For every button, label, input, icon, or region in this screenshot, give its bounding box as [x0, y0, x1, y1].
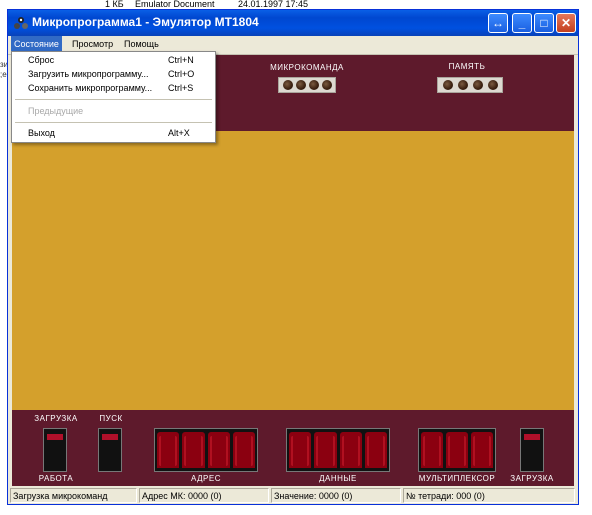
- bg-file-size: 1 КБ: [105, 0, 124, 9]
- menu-reset-shortcut: Ctrl+N: [168, 55, 194, 65]
- bottom-control-panel: ЗАГРУЗКА РАБОТА ПУСК АДРЕС ДАННЫЕ МУЛЬТИ…: [12, 410, 574, 486]
- workspace-area[interactable]: [12, 131, 574, 410]
- status-tetrad: № тетради: 000 (0): [403, 488, 575, 503]
- work-label: РАБОТА: [38, 474, 74, 483]
- maximize-button[interactable]: □: [534, 13, 554, 33]
- multiplexer-display: [418, 428, 496, 472]
- mux-digit: [471, 432, 493, 468]
- minimize-button[interactable]: _: [512, 13, 532, 33]
- menu-load-label: Загрузить микропрограмму...: [28, 69, 149, 79]
- multiplexer-label: МУЛЬТИПЛЕКСОР: [418, 474, 496, 483]
- bg-file-date: 24.01.1997 17:45: [238, 0, 309, 9]
- menu-exit-shortcut: Alt+X: [168, 128, 190, 138]
- switch-lever: [102, 434, 118, 440]
- start-label: ПУСК: [99, 414, 123, 423]
- data-label: ДАННЫЕ: [319, 474, 357, 483]
- load-switch-right[interactable]: [520, 428, 544, 472]
- menu-exit-item[interactable]: Выход Alt+X: [12, 126, 215, 140]
- status-mode: Загрузка микрокоманд: [10, 488, 137, 503]
- led: [308, 80, 319, 90]
- status-bar: Загрузка микрокоманд Адрес МК: 0000 (0) …: [8, 487, 578, 504]
- app-icon: [14, 17, 28, 29]
- led: [457, 80, 468, 90]
- led: [282, 80, 293, 90]
- data-digit: [364, 432, 387, 468]
- menu-save-shortcut: Ctrl+S: [168, 83, 194, 93]
- memory-leds: [437, 77, 503, 93]
- title-bar[interactable]: Микропрограмма1 - Эмулятор МТ1804 ↔ _ □ …: [8, 10, 578, 36]
- address-display: [154, 428, 258, 472]
- data-digit: [314, 432, 337, 468]
- led: [321, 80, 332, 90]
- state-menu-dropdown: Сброс Ctrl+N Загрузить микропрограмму...…: [11, 51, 216, 143]
- microcommand-leds: [278, 77, 336, 93]
- menu-load-shortcut: Ctrl+O: [168, 69, 195, 79]
- address-label: АДРЕС: [191, 474, 221, 483]
- start-switch[interactable]: [98, 428, 122, 472]
- window-title: Микропрограмма1 - Эмулятор МТ1804: [32, 15, 259, 29]
- load-right-label: ЗАГРУЗКА: [510, 474, 554, 483]
- address-digit: [207, 432, 230, 468]
- menu-save-item[interactable]: Сохранить микропрограмму... Ctrl+S: [12, 81, 215, 95]
- led: [472, 80, 483, 90]
- mux-digit: [421, 432, 443, 468]
- address-digit: [232, 432, 255, 468]
- restore-arrows-button[interactable]: ↔: [488, 13, 508, 33]
- microcommand-label: МИКРОКОМАНДА: [270, 63, 344, 72]
- status-address: Адрес МК: 0000 (0): [139, 488, 269, 503]
- menu-separator: [15, 99, 212, 100]
- address-digit: [182, 432, 205, 468]
- data-digit: [339, 432, 362, 468]
- led: [487, 80, 498, 90]
- menu-exit-label: Выход: [28, 128, 55, 138]
- mux-digit: [446, 432, 468, 468]
- menu-reset-item[interactable]: Сброс Ctrl+N: [12, 53, 215, 67]
- memory-label: ПАМЯТЬ: [448, 62, 486, 71]
- switch-lever: [47, 434, 63, 440]
- close-button[interactable]: ✕: [556, 13, 576, 33]
- data-display: [286, 428, 390, 472]
- menu-recent-item: Предыдущие: [12, 104, 215, 118]
- load-work-switch[interactable]: [43, 428, 67, 472]
- address-digit: [157, 432, 180, 468]
- menu-recent-label: Предыдущие: [28, 106, 84, 116]
- menu-reset-label: Сброс: [28, 55, 55, 65]
- menu-load-item[interactable]: Загрузить микропрограмму... Ctrl+O: [12, 67, 215, 81]
- switch-lever: [524, 434, 540, 440]
- menu-separator: [15, 122, 212, 123]
- data-digit: [289, 432, 312, 468]
- bg-file-type: Emulator Document: [135, 0, 215, 9]
- status-value: Значение: 0000 (0): [271, 488, 401, 503]
- load-switch-label: ЗАГРУЗКА: [34, 414, 78, 423]
- menu-save-label: Сохранить микропрограмму...: [28, 83, 153, 93]
- led: [295, 80, 306, 90]
- led: [442, 80, 453, 90]
